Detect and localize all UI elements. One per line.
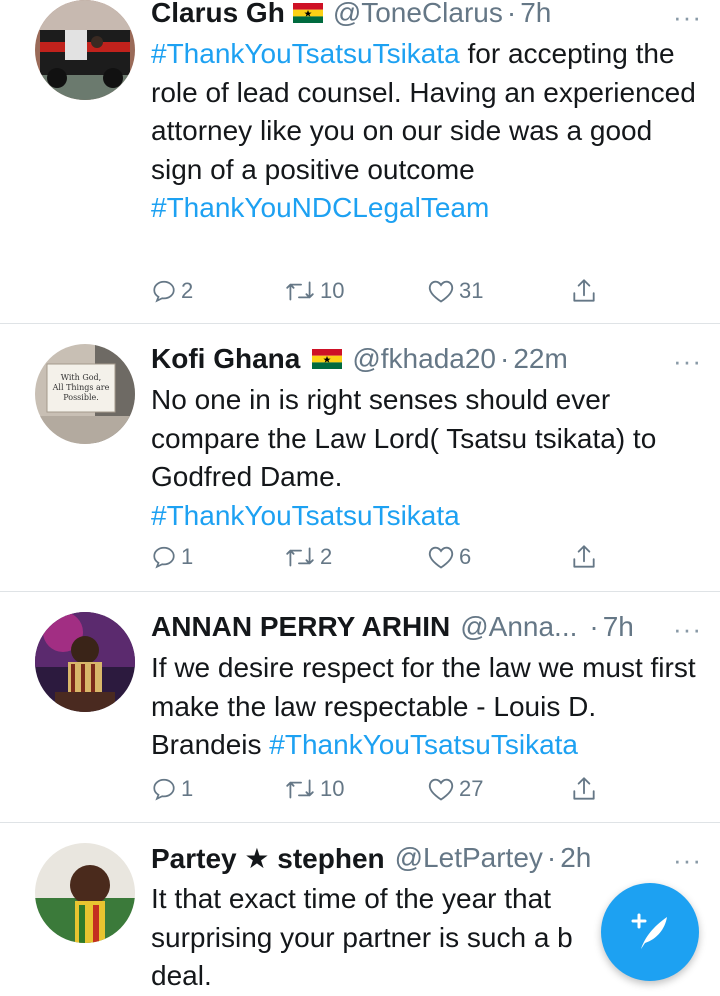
display-name[interactable]: Kofi Ghana bbox=[151, 343, 300, 375]
share-icon bbox=[573, 545, 595, 568]
retweet-icon bbox=[286, 281, 314, 301]
user-handle[interactable]: @fkhada20 bbox=[352, 343, 496, 375]
heart-icon bbox=[428, 280, 454, 303]
like-count: 6 bbox=[459, 544, 472, 569]
reply-count: 2 bbox=[181, 278, 194, 303]
reply-button[interactable]: 1 bbox=[151, 776, 284, 802]
like-button[interactable]: 31 bbox=[427, 278, 571, 304]
hashtag-link[interactable]: #ThankYouTsatsuTsikata bbox=[151, 497, 700, 536]
reply-button[interactable]: 1 bbox=[151, 544, 284, 570]
avatar-image bbox=[35, 612, 135, 712]
hashtag-link[interactable]: #ThankYouTsatsuTsikata bbox=[151, 38, 460, 69]
tweet-header: Kofi Ghana @fkhada20 · 22m bbox=[151, 340, 700, 378]
timestamp[interactable]: 2h bbox=[560, 842, 591, 874]
ghana-flag-icon bbox=[292, 3, 323, 23]
more-options-icon[interactable]: ··· bbox=[673, 2, 702, 33]
like-button[interactable]: 6 bbox=[427, 544, 571, 570]
retweet-count: 2 bbox=[320, 544, 333, 569]
tweet-text: No one in is right senses should ever co… bbox=[151, 381, 700, 535]
more-options-icon[interactable]: ··· bbox=[673, 845, 702, 876]
tweet-header: Clarus Gh @ToneClarus · 7h bbox=[151, 0, 700, 32]
tweet-text: #ThankYouTsatsuTsikata for accepting the… bbox=[151, 35, 700, 228]
display-name[interactable]: Partey ★ stephen bbox=[151, 842, 385, 875]
user-handle[interactable]: @ToneClarus bbox=[333, 0, 503, 29]
tweet-text: If we desire respect for the law we must… bbox=[151, 649, 700, 765]
like-count: 27 bbox=[459, 776, 484, 801]
like-button[interactable]: 27 bbox=[427, 776, 571, 802]
heart-icon bbox=[428, 546, 454, 569]
tweet-text-segment: No one in is right senses should ever co… bbox=[151, 384, 657, 492]
retweet-button[interactable]: 10 bbox=[284, 278, 427, 304]
like-count: 31 bbox=[459, 278, 484, 303]
retweet-icon bbox=[286, 779, 314, 799]
reply-count: 1 bbox=[181, 544, 194, 569]
separator-dot: · bbox=[589, 611, 599, 642]
share-button[interactable] bbox=[571, 775, 601, 803]
user-handle[interactable]: @LetPartey bbox=[395, 842, 543, 874]
avatar-image bbox=[35, 0, 135, 100]
tweet-text-segment: deal. bbox=[151, 960, 212, 991]
separator-dot: · bbox=[546, 842, 557, 873]
retweet-button[interactable]: 10 bbox=[284, 776, 427, 802]
timestamp[interactable]: 7h bbox=[520, 0, 551, 29]
more-options-icon[interactable]: ··· bbox=[673, 614, 702, 645]
avatar-image bbox=[35, 843, 135, 943]
share-button[interactable] bbox=[571, 277, 601, 305]
tweet-actions: 1 10 27 bbox=[151, 774, 611, 804]
tweet-header: Partey ★ stephen @LetPartey · 2h bbox=[151, 839, 700, 877]
ghana-flag-icon bbox=[312, 349, 343, 369]
reply-icon bbox=[153, 546, 175, 569]
retweet-icon bbox=[286, 547, 314, 567]
avatar[interactable]: With God, All Things are Possible. bbox=[35, 344, 135, 444]
avatar[interactable] bbox=[35, 0, 135, 100]
timestamp[interactable]: 22m bbox=[513, 343, 567, 375]
reply-icon bbox=[153, 778, 175, 801]
user-handle[interactable]: @Anna... bbox=[460, 611, 577, 643]
more-options-icon[interactable]: ··· bbox=[673, 346, 702, 377]
reply-count: 1 bbox=[181, 776, 194, 801]
share-icon bbox=[573, 279, 595, 302]
svg-text:All Things are: All Things are bbox=[52, 383, 110, 392]
avatar-image: With God, All Things are Possible. bbox=[35, 344, 135, 444]
avatar[interactable] bbox=[35, 843, 135, 943]
share-icon bbox=[573, 777, 595, 800]
avatar-caption: With God, bbox=[61, 373, 101, 382]
heart-icon bbox=[428, 778, 454, 801]
reply-icon bbox=[153, 280, 175, 303]
reply-button[interactable]: 2 bbox=[151, 278, 284, 304]
share-button[interactable] bbox=[571, 543, 601, 571]
separator-dot: · bbox=[499, 343, 510, 374]
display-name[interactable]: Clarus Gh bbox=[151, 0, 285, 29]
hashtag-link[interactable]: #ThankYouNDCLegalTeam bbox=[151, 189, 700, 228]
svg-text:Possible.: Possible. bbox=[63, 393, 99, 402]
tweet-text-segment: It that exact time of the year that surp… bbox=[151, 883, 573, 953]
retweet-count: 10 bbox=[320, 278, 345, 303]
tweet[interactable]: ANNAN PERRY ARHIN @Anna... · 7h If we de… bbox=[0, 592, 720, 823]
tweet-text: It that exact time of the year that surp… bbox=[151, 880, 611, 996]
hashtag-link[interactable]: #ThankYouTsatsuTsikata bbox=[269, 729, 578, 760]
timestamp[interactable]: 7h bbox=[603, 611, 634, 643]
tweet[interactable]: Clarus Gh @ToneClarus · 7h #ThankYouTsat… bbox=[0, 0, 720, 324]
retweet-button[interactable]: 2 bbox=[284, 544, 427, 570]
tweet-actions: 1 2 6 bbox=[151, 542, 611, 572]
display-name[interactable]: ANNAN PERRY ARHIN bbox=[151, 611, 450, 643]
separator-dot: · bbox=[506, 0, 517, 28]
avatar[interactable] bbox=[35, 612, 135, 712]
tweet[interactable]: With God, All Things are Possible. Kofi … bbox=[0, 324, 720, 592]
retweet-count: 10 bbox=[320, 776, 345, 801]
tweet-actions: 2 10 31 bbox=[151, 276, 611, 306]
compose-tweet-button[interactable] bbox=[601, 883, 699, 981]
compose-tweet-icon bbox=[631, 913, 667, 949]
tweet-header: ANNAN PERRY ARHIN @Anna... · 7h bbox=[151, 608, 700, 646]
